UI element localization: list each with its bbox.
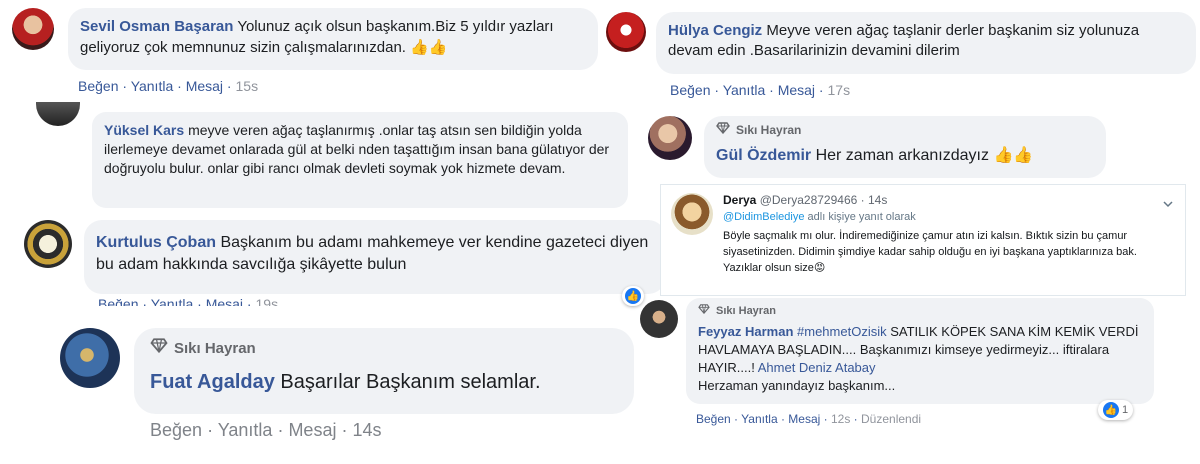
badge-label: Sıkı Hayran (716, 305, 776, 317)
comment-bubble: Sıkı Hayran Feyyaz Harman #mehmetOzisik … (686, 298, 1154, 404)
edited-label[interactable]: Düzenlendi (861, 412, 921, 426)
like-link[interactable]: Beğen (696, 412, 731, 426)
comment-actions: Beğen · Yanıtla · Mesaj · 14s (150, 420, 382, 440)
reply-link[interactable]: Yanıtla (723, 82, 766, 98)
avatar[interactable] (648, 116, 692, 160)
like-link[interactable]: Beğen (98, 296, 138, 306)
diamond-icon (698, 304, 710, 319)
fan-badge: Sıkı Hayran (716, 122, 1094, 138)
timestamp[interactable]: 12s (831, 412, 850, 426)
timestamp[interactable]: 14s (352, 420, 381, 440)
avatar[interactable] (640, 300, 678, 338)
author-name[interactable]: Feyyaz Harman (698, 324, 793, 339)
comment-yuksel: Yüksel Kars meyve veren ağaç taşlanırmış… (0, 102, 640, 210)
timestamp[interactable]: 19s (256, 296, 279, 306)
comment-sevil: Sevil Osman Başaran Yolunuz açık olsun b… (0, 0, 600, 100)
avatar[interactable] (671, 193, 713, 235)
author-name[interactable]: Fuat Agalday (150, 371, 275, 393)
comment-actions: Beğen · Yanıtla · Mesaj · 15s (78, 78, 259, 94)
author-name[interactable]: Yüksel Kars (104, 122, 184, 138)
comment-text: Her zaman arkanızdayız (815, 147, 989, 165)
comment-bubble: Kurtulus Çoban Başkanım bu adamı mahkeme… (84, 220, 666, 294)
like-link[interactable]: Beğen (78, 78, 118, 94)
comment-bubble: Hülya Cengiz Meyve veren ağaç taşlanir d… (656, 12, 1196, 74)
reaction-count[interactable]: 👍 1 (1098, 400, 1134, 420)
message-link[interactable]: Mesaj (288, 420, 336, 440)
chevron-down-icon[interactable] (1163, 195, 1173, 213)
thumbs-up-icon: 👍👍 (410, 38, 448, 57)
avatar[interactable] (36, 102, 80, 126)
avatar[interactable] (24, 220, 72, 268)
comment-gul: Sıkı Hayran Gül Özdemir Her zaman arkanı… (640, 108, 1200, 178)
comment-text-2: Herzaman yanındayız başkanım... (698, 377, 896, 393)
hashtag-link[interactable]: #mehmetOzisik (797, 324, 887, 339)
comment-bubble: Sıkı Hayran Gül Özdemir Her zaman arkanı… (704, 116, 1106, 178)
reply-link[interactable]: Yanıtla (151, 296, 194, 306)
avatar[interactable] (12, 8, 54, 50)
user-handle[interactable]: @Derya28729466 (760, 193, 858, 207)
comment-actions: Beğen · Yanıtla · Mesaj · 17s (670, 82, 851, 98)
comment-fuat: Sıkı Hayran Fuat Agalday Başarılar Başka… (44, 316, 664, 464)
message-link[interactable]: Mesaj (206, 296, 243, 306)
reaction-number: 1 (1122, 404, 1129, 416)
fan-badge: Sıkı Hayran (698, 304, 1142, 319)
comment-feyyaz: Sıkı Hayran Feyyaz Harman #mehmetOzisik … (636, 298, 1200, 438)
diamond-icon (150, 338, 168, 359)
diamond-icon (716, 122, 730, 138)
comment-bubble: Yüksel Kars meyve veren ağaç taşlanırmış… (92, 112, 628, 208)
author-name[interactable]: Gül Özdemir (716, 147, 811, 164)
reply-to-mention[interactable]: @DidimBelediye (723, 211, 804, 223)
comment-actions: Beğen · Yanıtla · Mesaj · 19s (98, 296, 278, 306)
fan-badge: Sıkı Hayran (150, 338, 618, 359)
author-name[interactable]: Kurtulus Çoban (96, 234, 216, 251)
mention-link[interactable]: Ahmet Deniz Atabay (758, 360, 876, 375)
tweet-text: Böyle saçmalık mı olur. İndiremediğinize… (723, 230, 1137, 275)
like-icon: 👍 (1103, 402, 1119, 418)
timestamp[interactable]: 15s (236, 78, 259, 94)
author-name[interactable]: Hülya Cengiz (668, 22, 762, 39)
avatar[interactable] (606, 12, 646, 52)
message-link[interactable]: Mesaj (788, 412, 820, 426)
thumbs-up-icon: 👍👍 (993, 145, 1034, 165)
tweet-derya: Derya @Derya28729466 · 14s @DidimBelediy… (660, 184, 1186, 296)
angry-face-icon: 😡 (813, 261, 826, 275)
comment-bubble: Sevil Osman Başaran Yolunuz açık olsun b… (68, 8, 598, 70)
comment-bubble: Sıkı Hayran Fuat Agalday Başarılar Başka… (134, 328, 634, 414)
reply-link[interactable]: Yanıtla (218, 420, 273, 440)
timestamp[interactable]: 17s (828, 82, 851, 98)
comment-hulya: Hülya Cengiz Meyve veren ağaç taşlanir d… (600, 0, 1200, 104)
like-link[interactable]: Beğen (670, 82, 710, 98)
comment-actions: Beğen · Yanıtla · Mesaj · 12s · Düzenlen… (696, 412, 922, 426)
timestamp[interactable]: 14s (868, 193, 887, 207)
like-link[interactable]: Beğen (150, 420, 202, 440)
comment-kurtulus: Kurtulus Çoban Başkanım bu adamı mahkeme… (14, 214, 666, 306)
author-name[interactable]: Derya (723, 193, 756, 207)
badge-label: Sıkı Hayran (736, 123, 802, 137)
badge-label: Sıkı Hayran (174, 339, 256, 357)
reply-to-label: adlı kişiye yanıt olarak (807, 211, 916, 223)
message-link[interactable]: Mesaj (778, 82, 815, 98)
reply-link[interactable]: Yanıtla (131, 78, 174, 94)
comment-text: Başarılar Başkanım selamlar. (280, 371, 541, 394)
avatar[interactable] (60, 328, 120, 388)
author-name[interactable]: Sevil Osman Başaran (80, 18, 233, 35)
reply-link[interactable]: Yanıtla (741, 412, 777, 426)
message-link[interactable]: Mesaj (186, 78, 223, 94)
